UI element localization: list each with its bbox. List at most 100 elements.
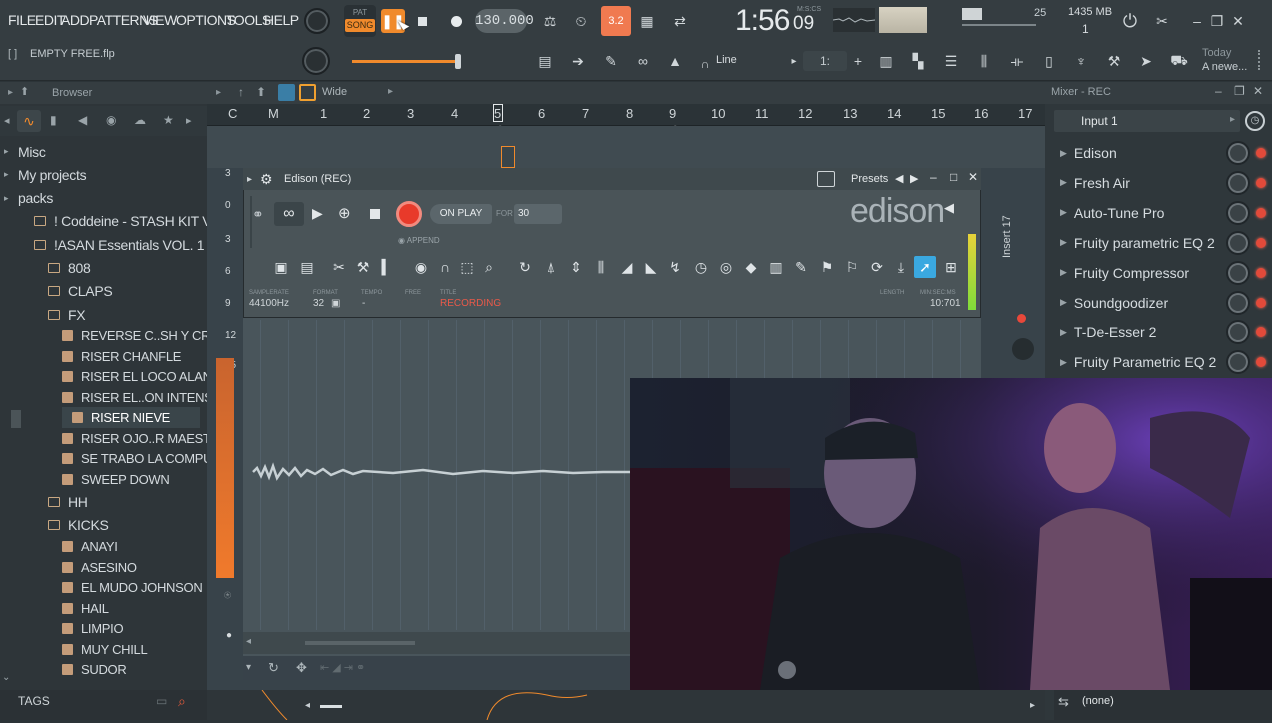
browser-file[interactable]: EL MUDO JOHNSON: [62, 577, 203, 598]
slot-enable-led[interactable]: [1256, 237, 1266, 248]
slot-mix-knob[interactable]: [1226, 170, 1250, 195]
spectrum-icon[interactable]: ▥: [765, 256, 787, 278]
tags-label[interactable]: TAGS: [18, 694, 50, 708]
edison-keyboard-icon[interactable]: [817, 171, 835, 187]
ruler-bar-number[interactable]: 7: [582, 106, 589, 121]
edison-close-icon[interactable]: ✕: [968, 170, 978, 184]
ruler-bar-number[interactable]: 17: [1018, 106, 1032, 121]
song-time[interactable]: 1:56: [735, 4, 790, 38]
slot-mix-knob[interactable]: [1226, 260, 1250, 285]
mixer-effect-slot[interactable]: ▶ Fresh Air: [1054, 170, 1244, 196]
browser-folder[interactable]: HH: [48, 491, 88, 512]
playlist-icon[interactable]: ▥: [874, 49, 898, 73]
scroll-thumb[interactable]: [305, 641, 415, 645]
save-icon[interactable]: ▣: [270, 256, 292, 278]
ruler-bar-number[interactable]: 16: [974, 106, 988, 121]
snap-label[interactable]: Wide: [322, 86, 347, 98]
slice-icon[interactable]: ⫼: [590, 256, 612, 278]
browser-collapse-icon[interactable]: ⌄: [2, 672, 10, 683]
output-icon[interactable]: ⇆: [1058, 694, 1069, 710]
ruler-bar-number[interactable]: 2: [363, 106, 370, 121]
append-toggle[interactable]: ◉ APPEND: [398, 236, 440, 245]
cursor-tool-icon[interactable]: ➚: [914, 256, 936, 278]
slot-enable-led[interactable]: [1256, 297, 1266, 308]
footer-down-icon[interactable]: ▾: [246, 662, 251, 673]
master-pitch-knob[interactable]: [302, 47, 330, 75]
pianoroll-icon[interactable]: ▚: [906, 49, 930, 73]
insert-knob[interactable]: [1012, 338, 1034, 360]
step-value[interactable]: 1:: [803, 51, 847, 71]
browser-file[interactable]: RISER EL..ON INTENSO: [62, 387, 223, 408]
mixer-maximize-icon[interactable]: ❐: [1234, 84, 1245, 98]
ruler-bar-number[interactable]: M: [268, 106, 279, 121]
ruler-bar-number[interactable]: 6: [538, 106, 545, 121]
snap-dropdown-icon[interactable]: ▸: [388, 86, 393, 97]
slot-mix-knob[interactable]: [1226, 230, 1250, 255]
browser-file[interactable]: SE TRABO LA COMPU: [62, 448, 213, 469]
cut-icon[interactable]: ✂: [328, 256, 350, 278]
plus-icon[interactable]: +: [846, 49, 870, 73]
ruler-bar-number[interactable]: 4: [451, 106, 458, 121]
step-edit-icon[interactable]: ▦: [635, 9, 659, 33]
refresh-icon[interactable]: ↻: [514, 256, 536, 278]
mixer-minimize-icon[interactable]: –: [1215, 84, 1222, 98]
slot-expand-icon[interactable]: ▶: [1060, 148, 1067, 159]
plugin-icon[interactable]: ⟛: [1005, 49, 1029, 73]
fade-icon[interactable]: ◢: [616, 256, 638, 278]
close-icon[interactable]: ✕: [1226, 9, 1250, 33]
browser-file[interactable]: RISER CHANFLE: [62, 346, 181, 367]
slot-expand-icon[interactable]: ▶: [1060, 177, 1067, 188]
snap-mode-icon[interactable]: [278, 84, 295, 101]
browser-folder[interactable]: ! Coddeine - STASH KIT V3 !: [34, 211, 226, 232]
folder-icon[interactable]: ▭: [156, 694, 167, 708]
doc-filter-icon[interactable]: ▮: [50, 113, 57, 127]
slot-mix-knob[interactable]: [1226, 141, 1250, 165]
normalize-icon[interactable]: ⇕: [565, 256, 587, 278]
metronome-icon[interactable]: ⚖: [538, 9, 562, 33]
browser-file[interactable]: MUY CHILL: [62, 639, 148, 660]
slot-expand-icon[interactable]: ▶: [1060, 327, 1067, 338]
zoom-slider[interactable]: [320, 705, 342, 708]
wrench-tool-icon[interactable]: ⚒: [352, 256, 374, 278]
playlist-arrow-up-icon[interactable]: ↑: [238, 85, 244, 99]
ruler-bar-number[interactable]: 14: [887, 106, 901, 121]
menu-help[interactable]: HELP: [264, 12, 299, 28]
browser-file[interactable]: LIMPIO: [62, 618, 124, 639]
browser-file[interactable]: SWEEP DOWN: [62, 469, 170, 490]
master-volume-knob[interactable]: [304, 8, 330, 34]
mixer-latency-icon[interactable]: ◷: [1245, 111, 1265, 131]
mixer-effect-slot[interactable]: ▶ Soundgoodizer: [1054, 290, 1244, 316]
browser-left-icon[interactable]: ◂: [4, 114, 10, 127]
browser-folder[interactable]: KICKS: [48, 515, 109, 536]
master-volume-slider[interactable]: [352, 60, 460, 63]
scroll-left-icon[interactable]: ◂: [246, 636, 251, 647]
zoom-left-icon[interactable]: ◂: [305, 700, 310, 711]
mixer-icon[interactable]: ⫼: [972, 49, 996, 73]
eye-icon[interactable]: ◉: [410, 256, 432, 278]
browser-right-icon[interactable]: ▸: [186, 114, 192, 127]
browser-expand-icon[interactable]: ▸: [8, 87, 13, 98]
edison-record-button[interactable]: [396, 201, 422, 227]
channel-rack-icon[interactable]: ☰: [939, 49, 963, 73]
ruler-bar-number[interactable]: 9: [669, 106, 676, 121]
plug-icon[interactable]: ♆: [1069, 49, 1093, 73]
ruler-bar-number[interactable]: 8: [626, 106, 633, 121]
wait-for-input-icon[interactable]: ⏲: [569, 9, 593, 33]
pattern-marker[interactable]: [501, 146, 515, 168]
star-filter-icon[interactable]: ★: [163, 113, 174, 127]
footer-undo-icon[interactable]: ↻: [268, 660, 279, 676]
edison-presets[interactable]: Presets: [851, 173, 888, 185]
browser-folder[interactable]: packs ▸: [4, 188, 53, 209]
tune-icon[interactable]: ⍋: [540, 256, 562, 278]
mixer-effect-slot[interactable]: ▶ T-De-Esser 2: [1054, 319, 1244, 345]
edison-play-icon[interactable]: ▶: [312, 205, 323, 222]
mixer-effect-slot[interactable]: ▶ Edison: [1054, 140, 1244, 166]
edison-target-icon[interactable]: ⊕: [338, 204, 351, 222]
browser-file[interactable]: ANAYI: [62, 536, 118, 557]
stop-button[interactable]: [410, 9, 434, 33]
browser-up-icon[interactable]: ⬆: [20, 85, 29, 98]
browser-folder[interactable]: My projects ▸: [4, 164, 87, 185]
playlist-arrow-icon[interactable]: ▸: [216, 87, 221, 98]
ruler-bar-number[interactable]: 10: [711, 106, 725, 121]
gate-icon[interactable]: ◎: [715, 256, 737, 278]
